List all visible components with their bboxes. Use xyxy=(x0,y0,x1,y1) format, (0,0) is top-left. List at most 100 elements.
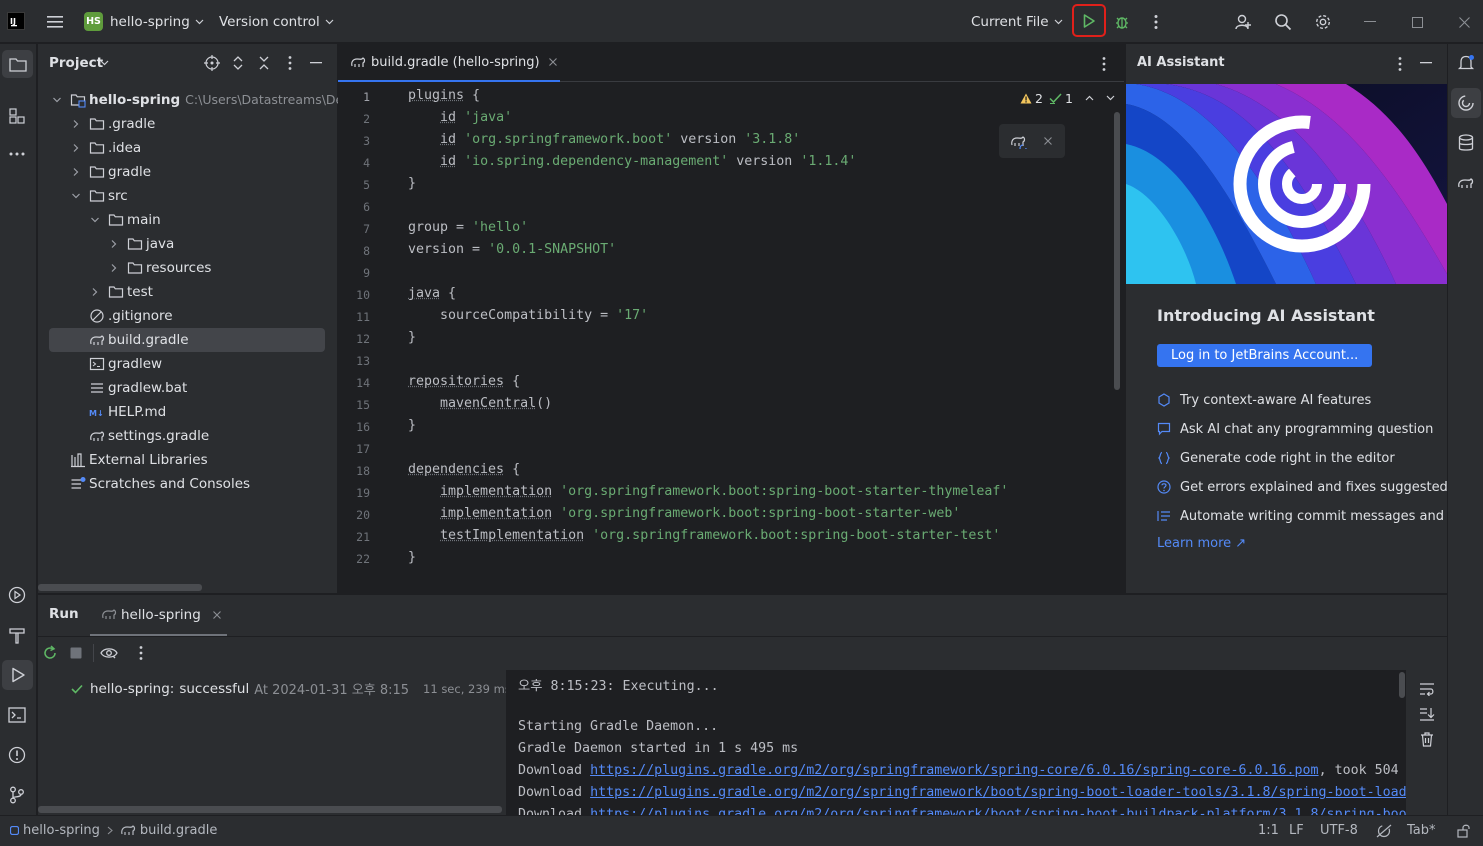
eye-icon[interactable] xyxy=(100,646,118,660)
run-console[interactable]: 오후 8:15:23: Executing... Starting Gradle… xyxy=(506,670,1447,816)
notifications-button[interactable] xyxy=(1455,52,1477,74)
chevron-down-icon[interactable] xyxy=(90,215,100,225)
trash-icon[interactable] xyxy=(1420,732,1434,747)
breadcrumb-project[interactable]: hello-spring xyxy=(23,823,100,838)
more-vertical-icon[interactable] xyxy=(288,55,292,71)
structure-tool-button[interactable] xyxy=(6,105,28,127)
run-result-row[interactable]: hello-spring: successful At 2024-01-31 오… xyxy=(71,679,511,698)
terminal-tool-button[interactable] xyxy=(6,704,28,726)
editor-vertical-scrollbar[interactable] xyxy=(1114,112,1120,390)
indent-setting[interactable]: Tab* xyxy=(1407,823,1436,838)
run-button[interactable] xyxy=(1072,4,1106,37)
console-link[interactable]: https://plugins.gradle.org/m2/org/spring… xyxy=(590,785,1406,800)
tree-item[interactable]: .idea xyxy=(38,136,337,160)
tree-item[interactable]: M↓ HELP.md xyxy=(38,400,337,424)
expand-all-icon[interactable] xyxy=(232,55,244,71)
chevron-right-icon[interactable] xyxy=(90,287,100,297)
tree-item[interactable]: resources xyxy=(38,256,337,280)
chevron-right-icon[interactable] xyxy=(71,143,81,153)
version-control-menu[interactable]: Version control xyxy=(219,0,334,43)
chevron-down-icon[interactable] xyxy=(1106,95,1115,101)
unlock-icon[interactable] xyxy=(1457,824,1470,838)
close-tab-icon[interactable] xyxy=(548,58,557,66)
gradle-reload-icon[interactable] xyxy=(1010,133,1028,149)
locate-file-icon[interactable] xyxy=(204,55,220,71)
more-vertical-icon[interactable] xyxy=(139,645,143,661)
tree-item[interactable]: .gradle xyxy=(38,112,337,136)
chevron-up-icon[interactable] xyxy=(1085,95,1094,101)
chevron-right-icon[interactable] xyxy=(109,239,119,249)
file-encoding[interactable]: UTF-8 xyxy=(1320,823,1358,838)
tree-item[interactable]: src xyxy=(38,184,337,208)
collapse-all-icon[interactable] xyxy=(258,55,270,71)
tree-item[interactable]: Scratches and Consoles xyxy=(38,472,337,496)
tree-item[interactable]: main xyxy=(38,208,337,232)
intellij-logo-icon[interactable]: IJ xyxy=(7,12,25,30)
tree-item[interactable]: build.gradle xyxy=(49,328,325,352)
run-tree-scrollbar[interactable] xyxy=(38,806,502,813)
ai-feature-item[interactable]: Automate writing commit messages and dc xyxy=(1157,506,1464,526)
debug-button[interactable] xyxy=(1112,12,1132,32)
run-config-selector[interactable]: Current File xyxy=(971,0,1063,43)
console-scrollbar[interactable] xyxy=(1399,672,1405,698)
soft-wrap-icon[interactable] xyxy=(1419,682,1435,696)
maximize-window-button[interactable] xyxy=(1407,12,1427,32)
ai-feature-item[interactable]: Get errors explained and fixes suggested xyxy=(1157,477,1448,497)
more-actions-button[interactable] xyxy=(1146,12,1166,32)
login-jetbrains-button[interactable]: Log in to JetBrains Account... xyxy=(1157,344,1373,367)
hide-panel-icon[interactable] xyxy=(310,62,322,64)
project-switcher[interactable]: HS hello-spring xyxy=(84,0,204,43)
gradle-tool-button[interactable] xyxy=(1455,172,1477,194)
tree-item[interactable]: gradle xyxy=(38,160,337,184)
close-window-button[interactable] xyxy=(1454,12,1474,32)
run-tab-hello-spring[interactable]: hello-spring xyxy=(90,595,227,636)
ai-feature-item[interactable]: Try context-aware AI features xyxy=(1157,390,1371,410)
more-vertical-icon[interactable] xyxy=(1102,56,1106,72)
ai-disabled-icon[interactable] xyxy=(1376,824,1392,838)
tree-item[interactable]: .gitignore xyxy=(38,304,337,328)
editor-tab-build-gradle[interactable]: build.gradle (hello-spring) xyxy=(338,44,560,82)
code-area[interactable]: plugins { id 'java' id 'org.springframew… xyxy=(338,88,1118,572)
console-link[interactable]: https://plugins.gradle.org/m2/org/spring… xyxy=(590,763,1319,778)
git-tool-button[interactable] xyxy=(6,784,28,806)
scroll-to-end-icon[interactable] xyxy=(1419,707,1435,721)
chevron-right-icon[interactable] xyxy=(109,263,119,273)
minimize-window-button[interactable] xyxy=(1360,12,1380,32)
services-tool-button[interactable] xyxy=(6,584,28,606)
more-tools-button[interactable] xyxy=(6,143,28,165)
database-tool-button[interactable] xyxy=(1455,132,1477,154)
more-vertical-icon[interactable] xyxy=(1398,56,1402,72)
close-icon[interactable] xyxy=(1044,137,1052,145)
inspection-widget[interactable]: 2 1 xyxy=(1020,88,1120,108)
tree-item[interactable]: test xyxy=(38,280,337,304)
project-tool-button[interactable] xyxy=(2,50,33,78)
main-menu-icon[interactable] xyxy=(45,12,65,32)
ai-assistant-tool-button[interactable] xyxy=(1451,88,1481,118)
ai-feature-item[interactable]: Ask AI chat any programming question xyxy=(1157,419,1433,439)
project-panel-title[interactable]: Project xyxy=(49,55,103,71)
tree-root-hello-spring[interactable]: hello-spring C:\Users\Datastreams\Des xyxy=(38,88,350,112)
close-tab-icon[interactable] xyxy=(212,610,221,619)
stop-icon[interactable] xyxy=(70,647,82,659)
caret-position[interactable]: 1:1 xyxy=(1258,823,1279,838)
problems-tool-button[interactable] xyxy=(6,744,28,766)
horizontal-scrollbar[interactable] xyxy=(38,584,202,591)
build-tool-button[interactable] xyxy=(6,624,28,646)
chevron-right-icon[interactable] xyxy=(71,119,81,129)
rerun-icon[interactable] xyxy=(42,645,58,661)
load-gradle-changes-popup[interactable] xyxy=(999,124,1065,158)
tree-item[interactable]: External Libraries xyxy=(38,448,337,472)
learn-more-link[interactable]: Learn more ↗ xyxy=(1157,536,1246,551)
tree-item[interactable]: gradlew xyxy=(38,352,337,376)
settings-button[interactable] xyxy=(1313,12,1333,32)
tree-item[interactable]: gradlew.bat xyxy=(38,376,337,400)
hide-panel-icon[interactable] xyxy=(1420,62,1432,64)
line-separator[interactable]: LF xyxy=(1289,823,1304,838)
chevron-down-icon[interactable] xyxy=(52,95,62,105)
tree-item[interactable]: settings.gradle xyxy=(38,424,337,448)
chevron-right-icon[interactable] xyxy=(71,167,81,177)
breadcrumb-file[interactable]: build.gradle xyxy=(140,823,218,838)
run-tool-button[interactable] xyxy=(2,660,33,690)
tree-item[interactable]: java xyxy=(38,232,337,256)
code-with-me-button[interactable] xyxy=(1233,12,1253,32)
